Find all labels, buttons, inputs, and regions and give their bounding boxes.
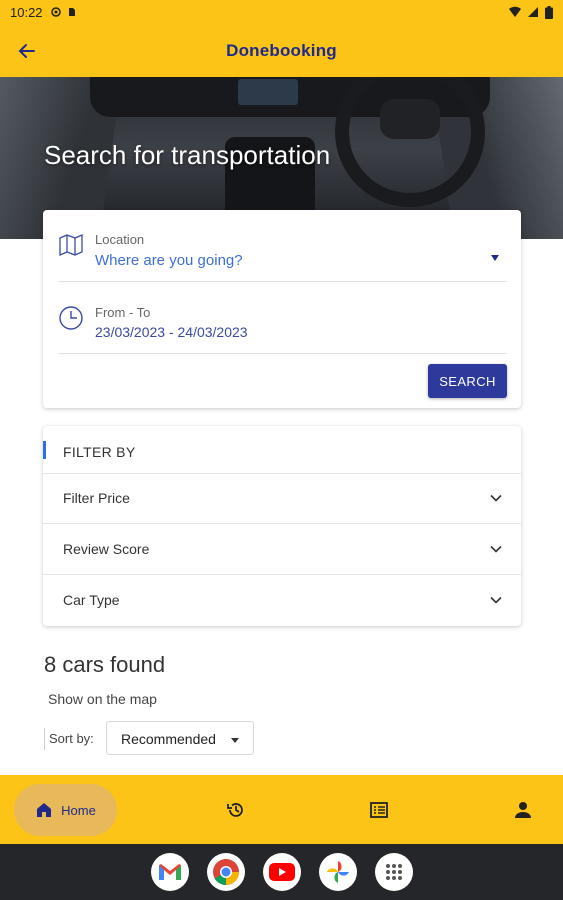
location-label: Location: [95, 232, 145, 247]
filter-header-accent: [43, 441, 46, 459]
date-range-value[interactable]: 23/03/2023 - 24/03/2023: [95, 324, 248, 340]
photos-app[interactable]: [318, 853, 357, 891]
filter-price-label: Filter Price: [63, 490, 130, 506]
date-range-field[interactable]: From - To 23/03/2023 - 24/03/2023: [58, 283, 507, 354]
back-button[interactable]: [14, 38, 40, 64]
chevron-down-icon: [490, 494, 502, 502]
wifi-icon: [509, 6, 521, 17]
battery-icon: [545, 5, 553, 19]
bottom-navigation: Home: [0, 775, 563, 844]
gmail-icon: [158, 864, 181, 880]
location-input[interactable]: Where are you going?: [95, 252, 243, 269]
nav-home[interactable]: Home: [14, 784, 117, 836]
filter-car-type-label: Car Type: [63, 592, 120, 608]
chrome-app[interactable]: [206, 853, 245, 891]
hero-image-wheel-hub: [380, 99, 440, 139]
filter-review-score-label: Review Score: [63, 541, 150, 557]
signal-icon: [528, 7, 538, 17]
app-drawer-icon: [385, 864, 402, 880]
filter-price-row[interactable]: Filter Price: [43, 474, 521, 524]
arrow-back-icon: [18, 44, 35, 58]
sort-selected-value: Recommended: [121, 731, 216, 747]
show-on-map-link[interactable]: Show on the map: [48, 691, 157, 707]
search-card: Location Where are you going? From - To …: [43, 210, 521, 408]
location-dropdown-caret-icon[interactable]: [491, 255, 499, 261]
filter-review-score-row[interactable]: Review Score: [43, 525, 521, 575]
sort-select[interactable]: Recommended: [106, 721, 254, 755]
filter-title: FILTER BY: [63, 444, 136, 460]
sort-caret-icon: [231, 738, 239, 743]
app-title: Donebooking: [226, 40, 337, 60]
hero-headline: Search for transportation: [44, 140, 331, 170]
youtube-icon: [268, 863, 295, 881]
settings-status-icon: [50, 7, 61, 17]
filter-car-type-row[interactable]: Car Type: [43, 576, 521, 626]
chevron-down-icon: [490, 596, 502, 604]
date-range-label: From - To: [95, 305, 151, 320]
history-icon: [227, 802, 243, 817]
map-icon: [59, 234, 83, 256]
results-count: 8 cars found: [44, 652, 166, 677]
hero-image-screen: [238, 79, 298, 105]
filter-header: FILTER BY: [43, 426, 521, 474]
nav-profile[interactable]: [498, 775, 548, 844]
profile-icon: [515, 801, 531, 818]
sort-divider: [44, 728, 45, 750]
home-icon: [37, 803, 52, 817]
nav-home-label: Home: [61, 802, 96, 818]
app-bar: Donebooking: [0, 24, 563, 77]
chrome-icon: [212, 859, 239, 886]
status-bar: 10:22: [0, 0, 563, 24]
clock-icon: [59, 306, 83, 330]
bookings-list-icon: [370, 801, 388, 818]
filter-card: FILTER BY Filter Price Review Score Car …: [43, 426, 521, 626]
photos-icon: [326, 861, 349, 883]
system-dock: [0, 844, 563, 900]
app-drawer[interactable]: [374, 853, 413, 891]
nav-history[interactable]: [211, 775, 261, 844]
nav-bookings[interactable]: [354, 775, 404, 844]
chevron-down-icon: [490, 545, 502, 553]
sort-label: Sort by:: [49, 731, 94, 746]
youtube-app[interactable]: [262, 853, 301, 891]
sim-card-icon: [68, 8, 75, 16]
status-time: 10:22: [10, 4, 43, 20]
location-field[interactable]: Location Where are you going?: [58, 210, 507, 282]
search-button[interactable]: SEARCH: [428, 364, 507, 398]
gmail-app[interactable]: [150, 853, 189, 891]
